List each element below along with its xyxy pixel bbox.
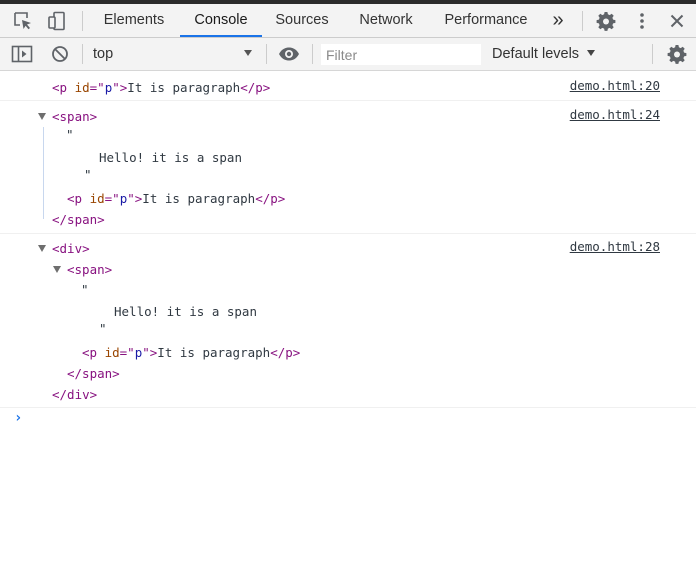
console-message: <div> demo.html:28 <span> " Hello! it is… — [0, 234, 696, 408]
text-node: Hello! it is a span — [114, 304, 257, 319]
expand-triangle-icon[interactable] — [38, 245, 46, 252]
dom-node-p[interactable]: <p id="p">It is paragraph</p> — [52, 80, 270, 96]
source-link[interactable]: demo.html:24 — [570, 107, 660, 123]
dom-node-p[interactable]: <p id="p">It is paragraph</p> — [67, 191, 285, 207]
sidebar-toggle-icon[interactable] — [8, 38, 36, 70]
clear-console-icon[interactable] — [46, 38, 74, 70]
kebab-menu-icon[interactable] — [630, 4, 654, 37]
source-link[interactable]: demo.html:28 — [570, 239, 660, 255]
inspect-element-icon[interactable] — [8, 4, 38, 37]
tab-separator — [82, 11, 83, 31]
text-node-quote-close: " — [84, 167, 92, 182]
tab-console[interactable]: Console — [180, 4, 262, 37]
tab-sources[interactable]: Sources — [268, 4, 336, 37]
dom-node-span[interactable]: <span> — [67, 262, 112, 278]
chevron-down-icon[interactable] — [244, 50, 252, 56]
source-link[interactable]: demo.html:20 — [570, 78, 660, 94]
console-toolbar: top Default levels — [0, 38, 696, 71]
text-node-quote-open: " — [81, 282, 89, 297]
console-message: <p id="p">It is paragraph</p> demo.html:… — [0, 71, 696, 101]
tab-network[interactable]: Network — [348, 4, 424, 37]
toolbar-separator — [312, 44, 313, 64]
expand-triangle-icon[interactable] — [53, 266, 61, 273]
tab-performance[interactable]: Performance — [436, 4, 536, 37]
dom-node-span-close: </span> — [52, 212, 105, 227]
live-expression-eye-icon[interactable] — [274, 38, 304, 70]
chevron-down-icon[interactable] — [587, 50, 595, 56]
tab-elements[interactable]: Elements — [96, 4, 172, 37]
filter-input[interactable] — [321, 44, 481, 65]
console-prompt-chevron-icon[interactable]: › — [14, 410, 22, 426]
devtools-tab-bar: Elements Console Sources Network Perform… — [0, 4, 696, 38]
dom-node-div[interactable]: <div> — [52, 241, 90, 257]
text-node-quote-close: " — [99, 321, 107, 336]
expand-triangle-icon[interactable] — [38, 113, 46, 120]
toolbar-separator — [652, 44, 653, 64]
console-settings-gear-icon[interactable] — [664, 38, 690, 70]
more-tabs-chevron-icon[interactable]: » — [546, 4, 570, 37]
console-output: <p id="p">It is paragraph</p> demo.html:… — [0, 71, 696, 586]
active-tab-indicator — [180, 35, 262, 37]
tab-separator — [582, 11, 583, 31]
text-node: Hello! it is a span — [99, 150, 242, 165]
dom-node-span[interactable]: <span> — [52, 109, 97, 125]
dom-node-p[interactable]: <p id="p">It is paragraph</p> — [82, 345, 300, 361]
toolbar-separator — [82, 44, 83, 64]
tree-guide-line — [43, 127, 44, 219]
text-node-quote-open: " — [66, 127, 74, 142]
log-levels-select[interactable]: Default levels — [492, 38, 579, 70]
execution-context-select[interactable]: top — [93, 38, 113, 70]
device-toolbar-icon[interactable] — [42, 4, 72, 37]
dom-node-span-close: </span> — [67, 366, 120, 381]
close-icon[interactable] — [664, 4, 690, 37]
dom-node-div-close: </div> — [52, 387, 98, 402]
console-message: <span> demo.html:24 " Hello! it is a spa… — [0, 101, 696, 234]
gear-icon[interactable] — [592, 4, 620, 37]
toolbar-separator — [266, 44, 267, 64]
